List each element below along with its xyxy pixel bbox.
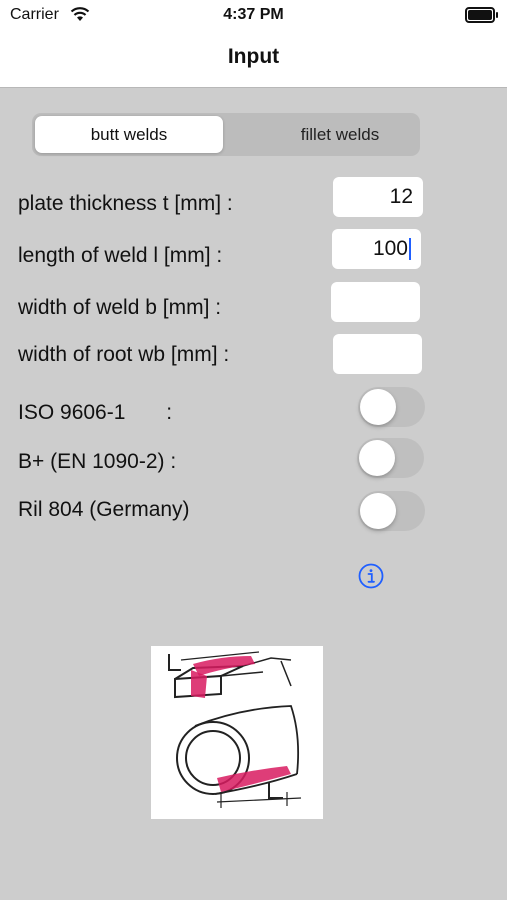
segment-butt-welds[interactable]: butt welds [35,116,223,153]
en-1090-toggle[interactable] [357,438,424,478]
status-time: 4:37 PM [223,6,284,23]
weld-width-label: width of weld b [mm] : [18,296,222,319]
toggle-knob [360,389,396,425]
navigation-bar: Input [0,30,507,88]
battery-icon [465,7,498,23]
iso-9606-label: ISO 9606-1 : [18,401,173,424]
status-bar: Carrier 4:37 PM [0,0,507,30]
text-cursor [409,238,411,261]
weld-illustration [151,646,323,819]
plate-thickness-value: 12 [389,185,413,208]
toggle-knob [360,493,396,529]
segment-fillet-welds[interactable]: fillet welds [262,116,418,153]
plate-thickness-field[interactable]: 12 [333,177,423,217]
info-icon[interactable] [358,563,384,589]
en-1090-label: B+ (EN 1090-2) : [18,450,177,473]
page-title: Input [227,45,280,68]
weld-length-field[interactable]: 100 [332,229,421,269]
ril-804-toggle[interactable] [358,491,425,531]
weld-type-segmented-control: butt welds fillet welds [32,113,420,156]
iso-9606-toggle[interactable] [358,387,425,427]
weld-length-label: length of weld l [mm] : [18,244,223,267]
weld-width-field[interactable] [331,282,420,322]
plate-thickness-label: plate thickness t [mm] : [18,192,233,215]
weld-length-value: 100 [372,237,408,260]
root-width-label: width of root wb [mm] : [18,343,230,366]
ril-804-label: Ril 804 (Germany) [18,498,190,521]
root-width-field[interactable] [333,334,422,374]
toggle-knob [359,440,395,476]
